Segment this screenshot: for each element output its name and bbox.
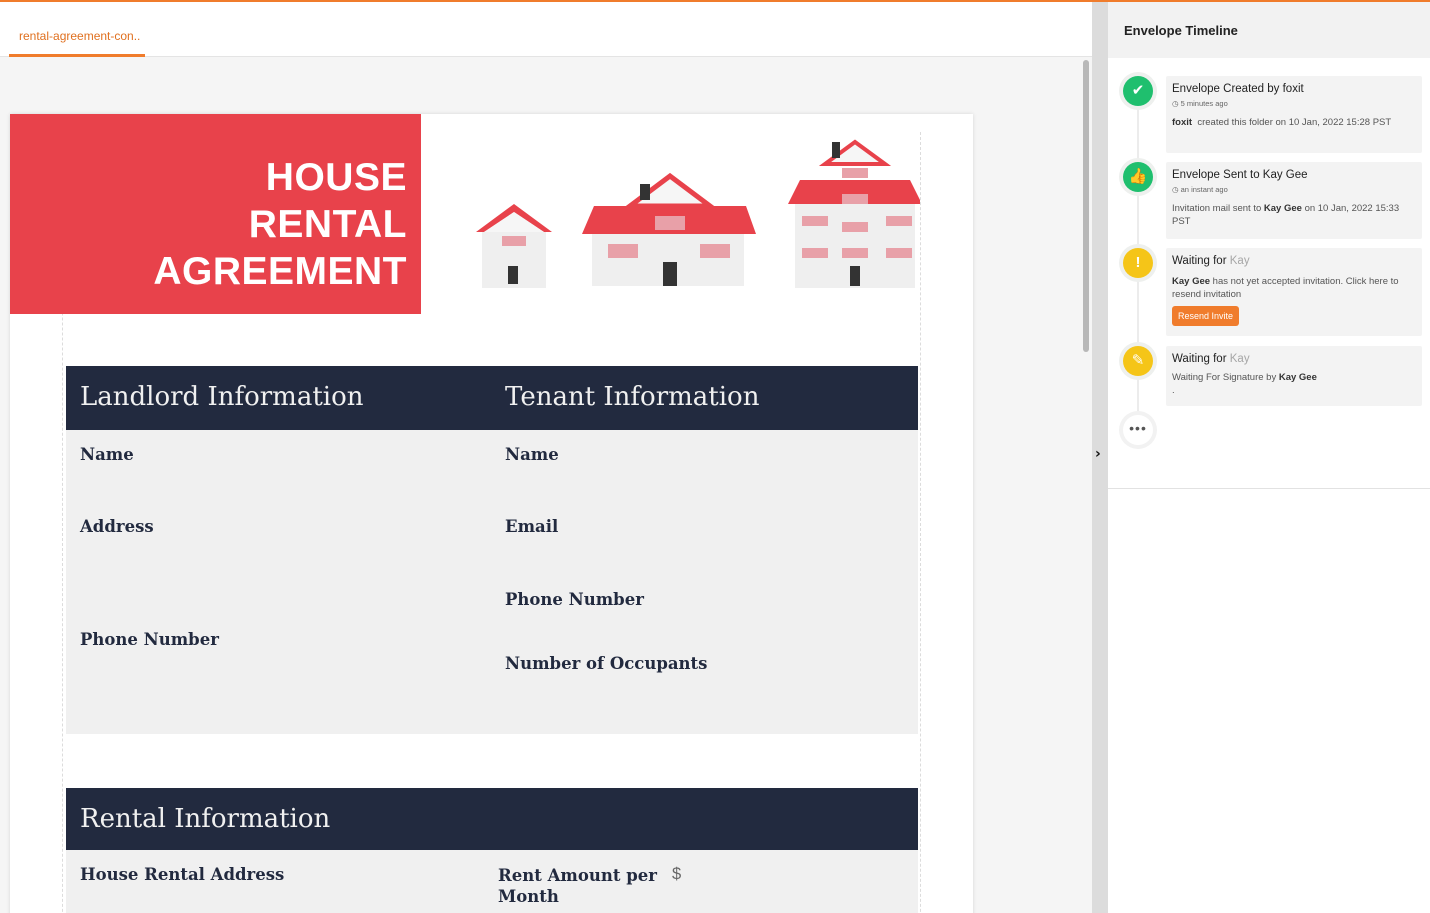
collapse-panel-chevron-icon[interactable]: ›: [1095, 446, 1107, 462]
currency-symbol: $: [672, 865, 682, 883]
landlord-name-label: Name: [80, 445, 134, 464]
landlord-phone-label: Phone Number: [80, 630, 219, 649]
parties-section-header: Landlord Information Tenant Information: [66, 366, 918, 430]
event-title: Envelope Sent to Kay Gee: [1172, 169, 1308, 181]
event-description: foxit created this folder on 10 Jan, 202…: [1172, 117, 1392, 128]
more-events-icon[interactable]: •••: [1123, 415, 1153, 445]
small-house-icon: [476, 204, 552, 288]
panel-bottom-divider: [1108, 488, 1430, 489]
panel-title: Envelope Timeline: [1124, 23, 1238, 38]
tenant-occupants-label: Number of Occupants: [505, 654, 708, 673]
scrollbar-thumb[interactable]: [1083, 60, 1089, 352]
clock-icon: ◷: [1172, 185, 1181, 194]
tenant-phone-label: Phone Number: [505, 590, 644, 609]
panel-header: Envelope Timeline: [1108, 2, 1430, 58]
tab-bar: rental-agreement-con..: [0, 2, 1092, 57]
tab-rental-agreement[interactable]: rental-agreement-con..: [9, 2, 145, 57]
landlord-section-title: Landlord Information: [80, 382, 364, 412]
rent-amount-label: Rent Amount per Month: [498, 866, 657, 906]
event-time: ◷ 5 minutes ago: [1172, 99, 1228, 108]
exclamation-icon: !: [1123, 248, 1153, 278]
viewer-scrollbar[interactable]: [1080, 58, 1092, 913]
tenant-email-label: Email: [505, 517, 559, 536]
clock-icon: ◷: [1172, 99, 1181, 108]
envelope-timeline-panel: Envelope Timeline ✔ Envelope Created by …: [1108, 2, 1430, 913]
event-description: Invitation mail sent to Kay Gee on 10 Ja…: [1172, 203, 1400, 227]
title-banner: HOUSE RENTAL AGREEMENT: [10, 114, 421, 314]
event-title: Envelope Created by foxit: [1172, 83, 1304, 95]
timeline-event-waiting-accept: Waiting for Kay Kay Gee has not yet acce…: [1166, 248, 1422, 336]
timeline-event-created: Envelope Created by foxit ◷ 5 minutes ag…: [1166, 76, 1422, 153]
banner-title: HOUSE RENTAL AGREEMENT: [153, 156, 407, 293]
event-title: Waiting for Kay: [1172, 353, 1250, 365]
thumbs-up-icon: 👍: [1123, 162, 1153, 192]
page-guide-right: [920, 132, 921, 913]
check-icon: ✔: [1123, 76, 1153, 106]
houses-illustration: [476, 139, 920, 288]
rental-section-body: House Rental Address Rent Amount per Mon…: [66, 850, 918, 913]
event-description: Waiting For Signature by Kay Gee.: [1172, 372, 1317, 396]
medium-house-icon: [582, 172, 756, 286]
tenant-section-title: Tenant Information: [505, 382, 760, 412]
tenant-name-label: Name: [505, 445, 559, 464]
rental-section-header: Rental Information: [66, 788, 918, 850]
event-description[interactable]: Kay Gee has not yet accepted invitation.…: [1172, 275, 1416, 301]
parties-section-body: Name Address Phone Number Name Email Pho…: [66, 430, 918, 734]
timeline-event-sent: Envelope Sent to Kay Gee ◷ an instant ag…: [1166, 162, 1422, 239]
document-page: HOUSE RENTAL AGREEMENT Landlord Informat…: [10, 114, 973, 913]
resend-invite-button[interactable]: Resend Invite: [1172, 306, 1240, 326]
sign-edit-icon: ✎: [1123, 346, 1153, 376]
event-title: Waiting for Kay: [1172, 255, 1250, 267]
rental-address-label: House Rental Address: [80, 865, 285, 884]
rental-section-title: Rental Information: [80, 804, 331, 834]
event-time: ◷ an instant ago: [1172, 185, 1228, 194]
landlord-address-label: Address: [80, 517, 154, 536]
document-viewer: rental-agreement-con.. HOUSE RENTAL AGRE…: [0, 2, 1092, 913]
timeline-event-waiting-signature: Waiting for Kay Waiting For Signature by…: [1166, 346, 1422, 406]
apartment-building-icon: [788, 139, 920, 288]
